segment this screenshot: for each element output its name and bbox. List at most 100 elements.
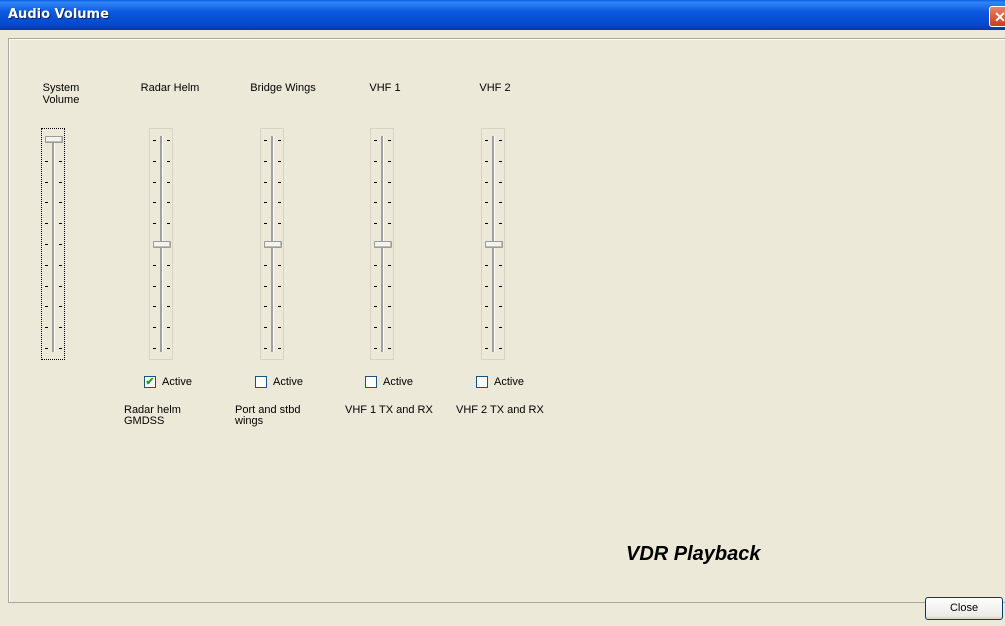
slider-tick — [499, 140, 502, 141]
slider-tick — [388, 306, 391, 308]
slider-tick — [59, 202, 62, 204]
slider-tick — [59, 264, 62, 266]
slider-tick — [264, 264, 267, 266]
slider-tick — [374, 160, 377, 162]
slider-tick — [374, 223, 377, 225]
slider-tick — [374, 140, 377, 141]
slider-tick — [374, 285, 377, 287]
slider-tick — [388, 140, 391, 141]
description-bridge-wings: Port and stbd wings — [235, 404, 301, 427]
slider-tick — [153, 285, 156, 287]
label-vhf-2: VHF 2 — [479, 82, 511, 94]
slider-thumb[interactable] — [264, 240, 282, 248]
slider-tick — [264, 160, 267, 162]
description-radar-helm: Radar helm GMDSS — [124, 404, 181, 427]
checkbox-box[interactable]: ✔ — [144, 376, 156, 388]
slider-thumb[interactable] — [485, 240, 503, 248]
window-close-icon[interactable]: ✕ — [989, 6, 1005, 27]
slider-tick — [153, 264, 156, 266]
slider-rail — [52, 136, 55, 352]
slider-tick — [278, 348, 281, 349]
slider-tick — [278, 327, 281, 329]
slider-tick — [278, 181, 281, 183]
slider-tick — [45, 202, 48, 204]
slider-tick — [264, 306, 267, 308]
window-title: Audio Volume — [8, 7, 109, 22]
slider-tick — [485, 160, 488, 162]
slider-thumb[interactable] — [374, 240, 392, 248]
slider-tick — [167, 181, 170, 183]
slider-tick — [45, 223, 48, 225]
slider-radar-helm[interactable] — [149, 128, 173, 360]
slider-bridge-wings[interactable] — [260, 128, 284, 360]
slider-tick — [59, 181, 62, 183]
slider-tick — [59, 348, 62, 349]
slider-tick — [45, 327, 48, 329]
label-bridge-wings: Bridge Wings — [250, 82, 316, 94]
slider-tick — [59, 244, 62, 245]
slider-tick — [45, 181, 48, 183]
checkbox-box[interactable] — [255, 376, 267, 388]
slider-tick — [374, 202, 377, 204]
slider-tick — [388, 327, 391, 329]
label-system-volume: System Volume — [42, 82, 80, 106]
slider-tick — [374, 327, 377, 329]
checkbox-label: Active — [383, 376, 413, 388]
slider-tick — [499, 348, 502, 349]
slider-tick — [388, 348, 391, 349]
slider-tick — [485, 348, 488, 349]
checkbox-label: Active — [162, 376, 192, 388]
slider-tick — [485, 140, 488, 141]
slider-tick — [45, 285, 48, 287]
slider-tick — [153, 348, 156, 349]
checkbox-box[interactable] — [476, 376, 488, 388]
slider-tick — [59, 160, 62, 162]
slider-tick — [499, 264, 502, 266]
slider-tick — [167, 140, 170, 141]
slider-tick — [485, 285, 488, 287]
slider-tick — [45, 306, 48, 308]
slider-tick — [499, 223, 502, 225]
slider-tick — [499, 306, 502, 308]
slider-tick — [153, 202, 156, 204]
slider-tick — [388, 285, 391, 287]
slider-tick — [388, 160, 391, 162]
slider-tick — [45, 160, 48, 162]
slider-system-volume[interactable] — [41, 128, 65, 360]
slider-tick — [264, 181, 267, 183]
slider-tick — [485, 223, 488, 225]
slider-thumb[interactable] — [153, 240, 171, 248]
description-vhf-1: VHF 1 TX and RX — [345, 404, 433, 416]
slider-tick — [59, 327, 62, 329]
slider-tick — [278, 285, 281, 287]
slider-tick — [278, 306, 281, 308]
slider-tick — [485, 264, 488, 266]
slider-tick — [485, 306, 488, 308]
slider-tick — [374, 181, 377, 183]
slider-tick — [278, 223, 281, 225]
slider-tick — [485, 327, 488, 329]
vdr-playback-brand: VDR Playback — [626, 543, 761, 565]
slider-tick — [499, 285, 502, 287]
slider-vhf-1[interactable] — [370, 128, 394, 360]
label-radar-helm: Radar Helm — [140, 82, 200, 94]
checkbox-box[interactable] — [365, 376, 377, 388]
slider-tick — [278, 140, 281, 141]
slider-thumb[interactable] — [45, 136, 63, 143]
slider-tick — [59, 223, 62, 225]
slider-tick — [499, 181, 502, 183]
checkbox-label: Active — [273, 376, 303, 388]
slider-tick — [264, 327, 267, 329]
close-button[interactable]: Close — [925, 597, 1003, 620]
description-vhf-2: VHF 2 TX and RX — [456, 404, 544, 416]
slider-tick — [388, 202, 391, 204]
slider-tick — [167, 285, 170, 287]
slider-tick — [153, 160, 156, 162]
slider-vhf-2[interactable] — [481, 128, 505, 360]
slider-tick — [374, 264, 377, 266]
slider-tick — [374, 306, 377, 308]
slider-tick — [45, 244, 48, 245]
slider-tick — [167, 264, 170, 266]
slider-tick — [388, 264, 391, 266]
slider-tick — [388, 181, 391, 183]
